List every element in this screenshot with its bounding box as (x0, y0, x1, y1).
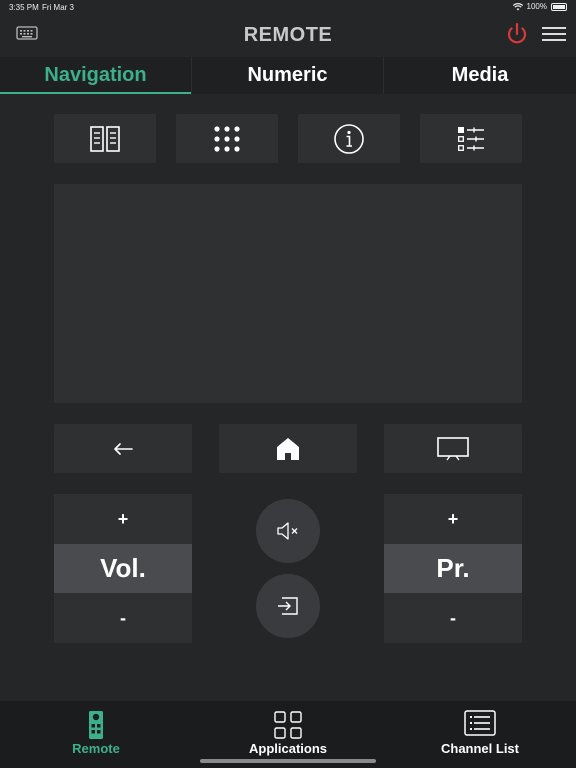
options-list-icon (458, 126, 484, 151)
remote-icon (89, 711, 103, 739)
volume-label: Vol. (54, 544, 192, 593)
applications-grid-icon (274, 711, 302, 739)
status-time: 3:35 PM (9, 3, 39, 12)
battery-percent: 100% (526, 2, 547, 11)
program-label: Pr. (384, 544, 522, 593)
options-button[interactable] (420, 114, 522, 163)
back-button[interactable] (54, 424, 192, 473)
channel-list-icon (464, 710, 496, 736)
bottom-nav-applications[interactable]: Applications (228, 701, 348, 768)
guide-icon (90, 125, 120, 152)
page-title: REMOTE (243, 24, 333, 46)
mute-button[interactable] (256, 499, 320, 563)
tv-button[interactable] (384, 424, 522, 473)
keypad-icon (214, 125, 240, 152)
program-down-button[interactable]: - (384, 593, 522, 643)
home-icon (277, 437, 299, 460)
guide-button[interactable] (54, 114, 156, 163)
keypad-button[interactable] (176, 114, 278, 163)
status-right: 100% (512, 2, 567, 11)
program-up-button[interactable]: + (384, 494, 522, 544)
program-rocker: + Pr. - (384, 494, 522, 643)
status-date: Fri Mar 3 (42, 3, 74, 12)
input-source-icon (278, 597, 298, 615)
hamburger-menu-icon[interactable] (541, 25, 567, 43)
volume-down-button[interactable]: - (54, 593, 192, 643)
back-arrow-icon (114, 442, 133, 455)
home-indicator[interactable] (200, 759, 376, 763)
tab-numeric[interactable]: Numeric (192, 57, 383, 94)
bottom-navigation: Remote Applications Channel List (0, 701, 576, 768)
tab-media[interactable]: Media (384, 57, 576, 94)
app-header: REMOTE (0, 14, 576, 58)
volume-rocker: + Vol. - (54, 494, 192, 643)
bottom-nav-remote-label: Remote (72, 741, 120, 756)
bottom-nav-remote[interactable]: Remote (36, 701, 156, 768)
tab-navigation[interactable]: Navigation (0, 57, 191, 94)
touchpad-area[interactable] (54, 184, 522, 403)
mute-icon (277, 522, 298, 540)
volume-up-button[interactable]: + (54, 494, 192, 544)
wifi-icon (512, 2, 523, 10)
tv-icon (437, 436, 469, 460)
bottom-nav-applications-label: Applications (248, 741, 327, 756)
status-bar: 3:35 PM Fri Mar 3 100% (0, 0, 576, 14)
input-source-button[interactable] (256, 574, 320, 638)
home-button[interactable] (219, 424, 357, 473)
info-icon (334, 123, 364, 154)
power-icon[interactable] (503, 20, 531, 48)
battery-icon (551, 2, 567, 11)
tab-bar: Navigation Numeric Media (0, 57, 576, 94)
info-button[interactable] (298, 114, 400, 163)
bottom-nav-channel-list-label: Channel List (440, 741, 519, 756)
bottom-nav-channel-list[interactable]: Channel List (420, 701, 540, 768)
